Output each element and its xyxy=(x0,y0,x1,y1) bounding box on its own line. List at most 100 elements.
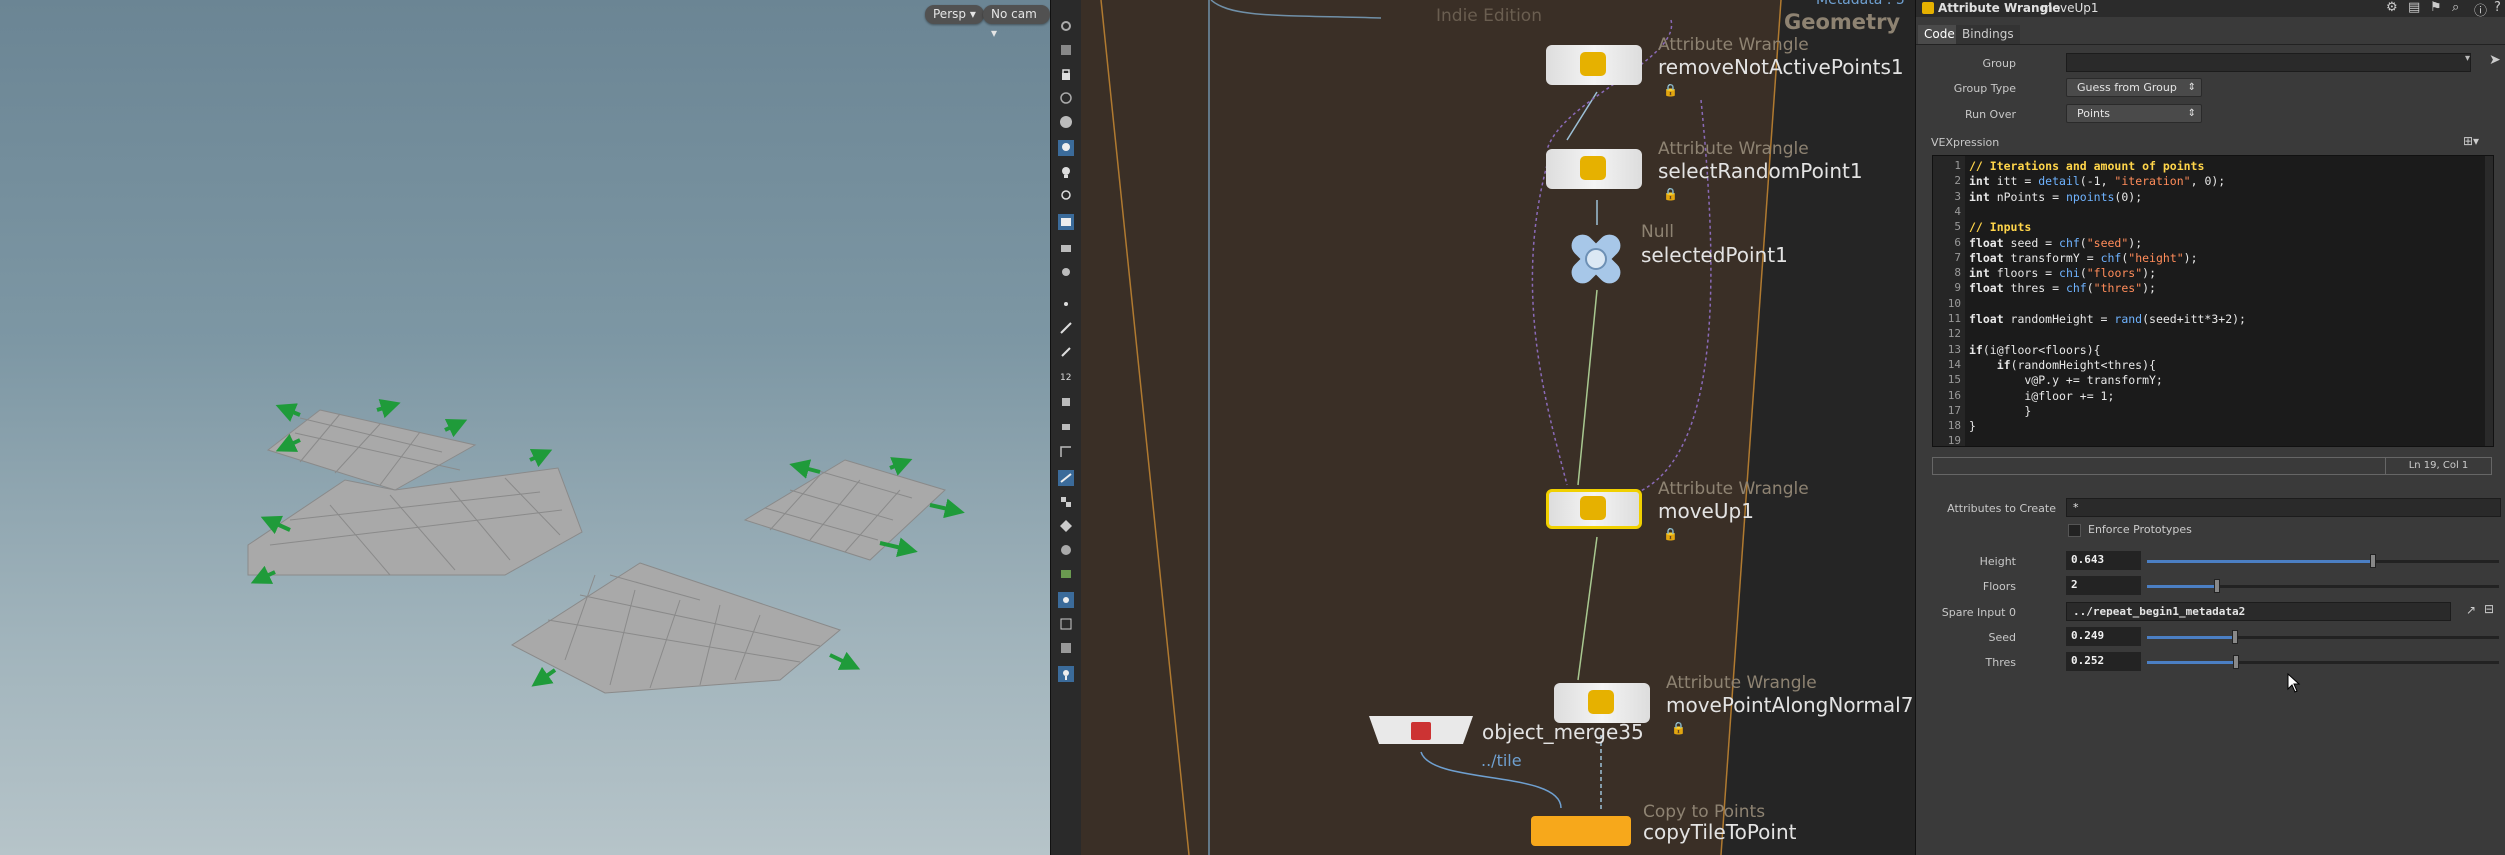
group-field[interactable] xyxy=(2066,53,2471,72)
chevron-down-icon[interactable]: ▾ xyxy=(2465,53,2470,64)
node-category: Attribute Wrangle xyxy=(1658,139,1809,159)
line-number: 3 xyxy=(1954,189,1961,203)
floors-slider-handle[interactable] xyxy=(2214,579,2220,593)
line-number: 18 xyxy=(1947,419,1961,433)
lock-icon: 🔒 xyxy=(1663,527,1678,541)
code-line: float transformY = chf("height"); xyxy=(1969,250,2198,265)
render-icon[interactable] xyxy=(1058,114,1074,130)
frame-icon[interactable] xyxy=(1058,444,1074,460)
thres-slider-fill xyxy=(2147,661,2236,664)
seed-slider[interactable] xyxy=(2147,630,2499,644)
height-slider[interactable] xyxy=(2147,554,2499,568)
scene-viewport[interactable]: Persp ▾ No cam ▾ xyxy=(0,0,1050,855)
camera-icon[interactable] xyxy=(1058,240,1074,256)
question-icon[interactable]: ? xyxy=(2494,0,2501,15)
parameter-panel: Attribute Wrangle moveUp1 ⚙ ▤ ⚑ ⌕ ⓘ ? Co… xyxy=(1915,0,2505,855)
wrangle-icon xyxy=(1588,690,1614,714)
tab-code[interactable]: Code xyxy=(1918,25,1961,44)
line-number: 11 xyxy=(1947,312,1961,325)
display-icon[interactable] xyxy=(1058,214,1074,230)
height-label: Height xyxy=(1979,555,2016,568)
node-chooser-icon[interactable]: ⊟ xyxy=(2484,602,2494,616)
ghost-icon[interactable] xyxy=(1058,42,1074,58)
run-over-value: Points xyxy=(2077,107,2111,120)
line-number: 14 xyxy=(1947,357,1961,371)
attributes-field[interactable]: * xyxy=(2066,498,2501,517)
flag-icon[interactable]: ⚑ xyxy=(2430,0,2442,15)
floors-field[interactable]: 2 xyxy=(2066,576,2141,595)
vex-code-editor[interactable]: 1 2 3 4 5 6 7 8 9 10 11 12 13 14 15 16 17 18 19 // Iterati… xyxy=(1932,155,2494,447)
lock-icon[interactable] xyxy=(1058,66,1074,82)
snap-icon[interactable] xyxy=(1058,90,1074,106)
gear-icon[interactable]: ⚙ xyxy=(2386,0,2398,15)
checker-icon[interactable] xyxy=(1058,494,1074,510)
stamp-icon[interactable] xyxy=(1058,418,1074,434)
line-number: 7 xyxy=(1954,250,1961,264)
height-slider-handle[interactable] xyxy=(2370,554,2376,568)
line-number: 13 xyxy=(1947,342,1961,356)
perspective-menu[interactable]: Persp ▾ xyxy=(925,5,984,24)
seed-slider-handle[interactable] xyxy=(2232,630,2238,644)
search-icon[interactable]: ⌕ xyxy=(2452,0,2459,15)
node-name: copyTileToPoint xyxy=(1643,820,1797,844)
run-over-menu[interactable]: Points ⇕ xyxy=(2066,104,2202,123)
network-editor[interactable]: Indie Edition Geometry Metadata : 5 Attr… xyxy=(1081,0,1915,855)
point-icon[interactable] xyxy=(1058,296,1074,312)
brush-icon[interactable] xyxy=(1058,344,1074,360)
shading-icon[interactable] xyxy=(1058,542,1074,558)
paint-icon[interactable] xyxy=(1058,394,1074,410)
group-type-menu[interactable]: Guess from Group ⇕ xyxy=(2066,78,2202,97)
camera-menu[interactable]: No cam ▾ xyxy=(983,5,1050,40)
null-node-icon[interactable] xyxy=(1559,226,1633,292)
vexpression-label: VEXpression xyxy=(1931,136,2000,149)
number-icon[interactable]: 12 xyxy=(1058,368,1074,384)
floors-slider[interactable] xyxy=(2147,579,2499,593)
shape-icon[interactable] xyxy=(1058,518,1074,534)
parameter-titlebar: Attribute Wrangle moveUp1 ⚙ ▤ ⚑ ⌕ ⓘ ? xyxy=(1916,0,2505,19)
lock-icon: 🔒 xyxy=(1663,187,1678,201)
code-line: int floors = chi("floors"); xyxy=(1969,266,2156,281)
grid-icon[interactable] xyxy=(1058,616,1074,632)
bulb-icon[interactable] xyxy=(1058,164,1074,180)
watermark: Indie Edition xyxy=(1436,6,1542,26)
seed-field[interactable]: 0.249 xyxy=(2066,627,2141,646)
selection-arrow-icon[interactable]: ➤ xyxy=(2489,52,2501,68)
gear-icon[interactable] xyxy=(1058,264,1074,280)
bulb-outline-icon[interactable] xyxy=(1058,188,1074,204)
enforce-prototypes-checkbox[interactable] xyxy=(2068,524,2081,537)
thres-field[interactable]: 0.252 xyxy=(2066,652,2141,671)
lock-icon: 🔒 xyxy=(1671,721,1686,735)
texture-icon[interactable] xyxy=(1058,566,1074,582)
points-display-icon[interactable] xyxy=(1058,592,1074,608)
thres-slider-handle[interactable] xyxy=(2233,655,2239,669)
line-number: 15 xyxy=(1947,373,1961,387)
run-over-label: Run Over xyxy=(1964,108,2016,121)
height-field[interactable]: 0.643 xyxy=(2066,551,2141,570)
info-icon[interactable]: ⓘ xyxy=(2474,0,2487,19)
tile-group-1 xyxy=(247,409,583,576)
mouse-cursor-icon xyxy=(2287,673,2301,693)
pin-icon[interactable] xyxy=(1058,666,1074,682)
height-slider-fill xyxy=(2147,560,2373,563)
node-category: Attribute Wrangle xyxy=(1658,35,1809,55)
node-name: object_merge35 xyxy=(1482,720,1644,744)
vex-menu-icon[interactable]: ⊞▾ xyxy=(2463,134,2479,148)
copy-node-body[interactable] xyxy=(1531,816,1631,846)
view-icon[interactable] xyxy=(1058,18,1074,34)
line-number: 1 xyxy=(1954,159,1961,172)
line-number: 10 xyxy=(1947,296,1961,310)
light-icon[interactable] xyxy=(1058,140,1074,156)
group-type-label: Group Type xyxy=(1953,82,2016,95)
code-scrollbar[interactable] xyxy=(2485,156,2493,446)
help-book-icon[interactable]: ▤ xyxy=(2408,0,2420,15)
line-number: 2 xyxy=(1954,174,1961,188)
overlay-icon[interactable] xyxy=(1058,640,1074,656)
thres-slider[interactable] xyxy=(2147,655,2499,669)
edge-icon[interactable] xyxy=(1058,320,1074,336)
tile-group-2 xyxy=(743,459,946,561)
jump-to-node-icon[interactable]: ↗ xyxy=(2466,603,2476,617)
tab-bindings[interactable]: Bindings xyxy=(1956,25,2020,44)
wire-icon[interactable] xyxy=(1058,470,1074,486)
object-merge-node-body[interactable] xyxy=(1369,714,1473,748)
spare-input-field[interactable]: ../repeat_begin1_metadata2 xyxy=(2066,602,2451,621)
